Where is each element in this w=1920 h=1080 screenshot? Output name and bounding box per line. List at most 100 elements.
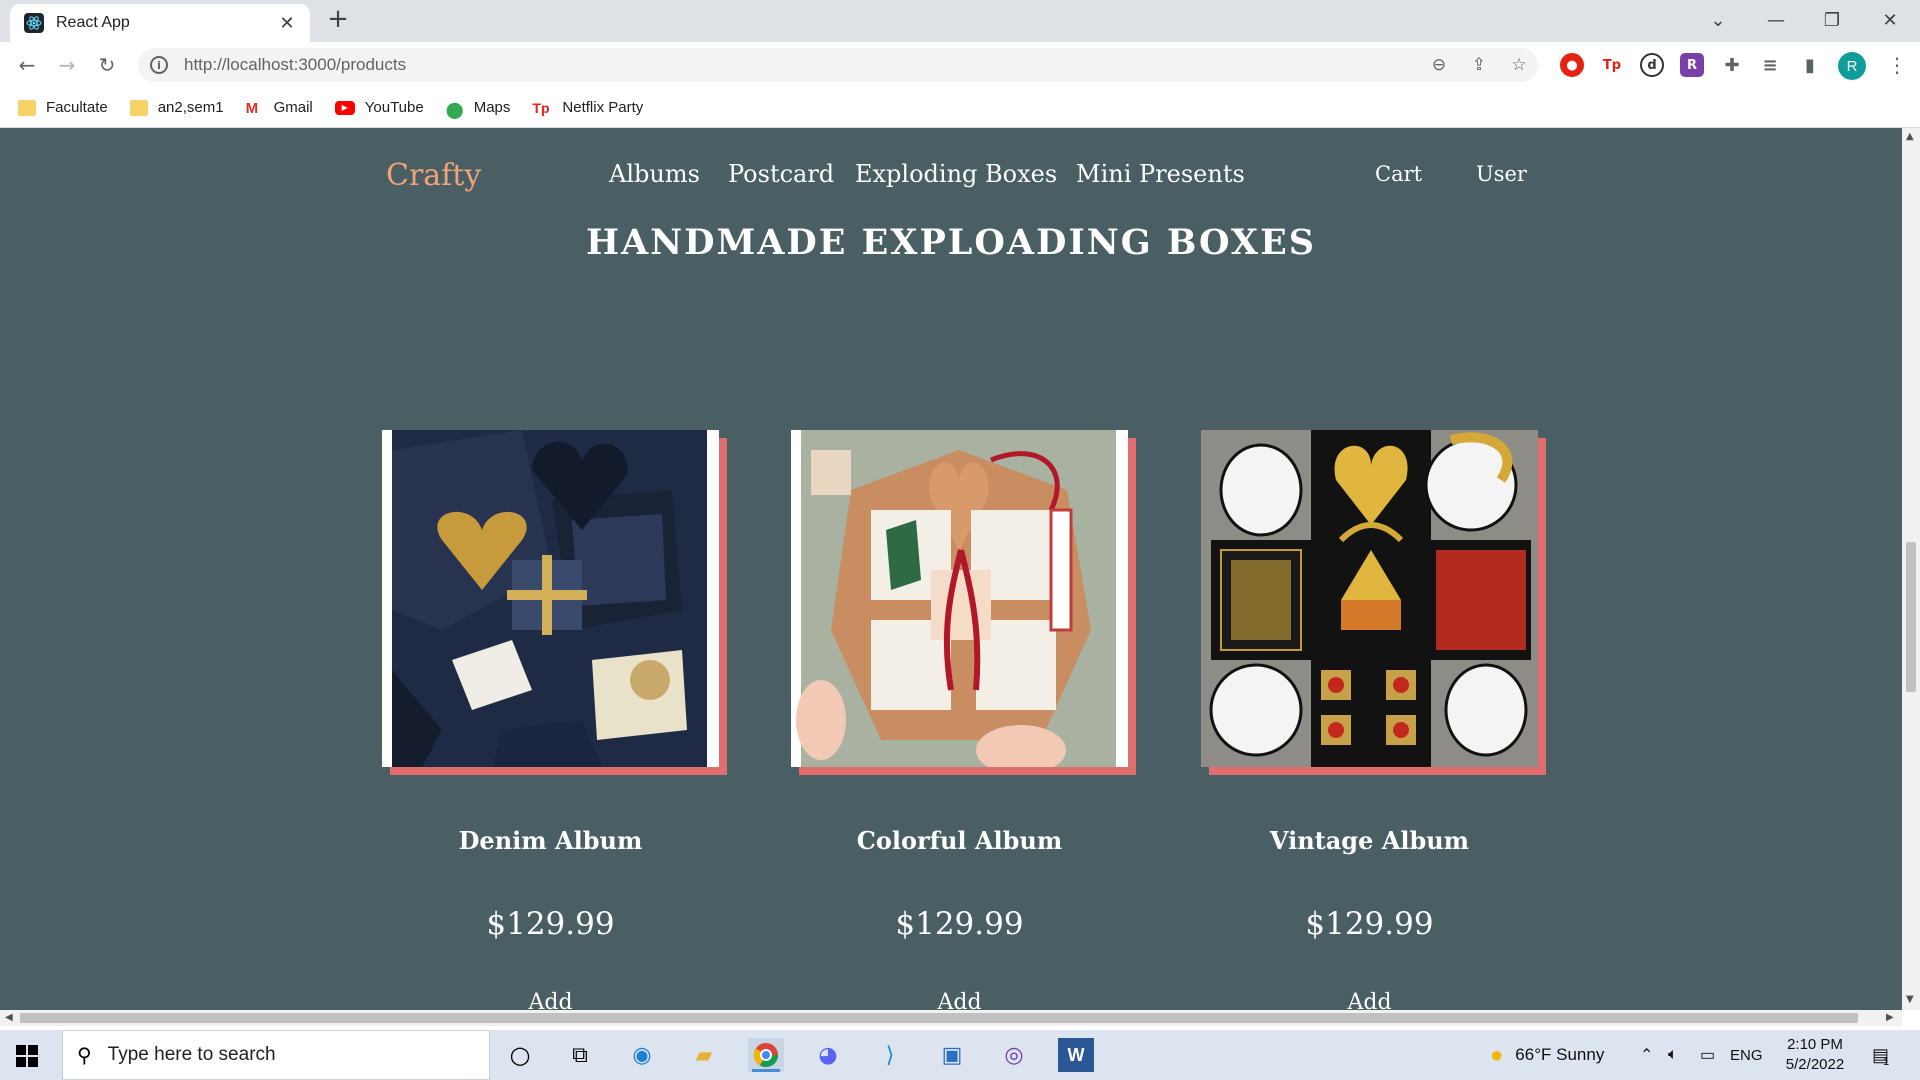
discord-icon[interactable]: ◕ (810, 1038, 846, 1072)
word-icon[interactable]: W (1058, 1038, 1094, 1072)
product-card-vintage[interactable]: Vintage Album $129.99 Add (1201, 430, 1546, 1010)
photos-icon[interactable]: ▣ (934, 1038, 970, 1072)
nav-albums[interactable]: Albums (609, 160, 700, 188)
start-tile (28, 1057, 38, 1067)
tab-react-app[interactable]: React App ✕ (10, 4, 310, 42)
scroll-left-icon[interactable]: ◀ (5, 1012, 13, 1023)
chrome-icon[interactable] (748, 1038, 784, 1072)
notification-count: 1 (1883, 1056, 1890, 1068)
sun-icon: ● (1490, 1042, 1504, 1067)
horizontal-scrollbar[interactable]: ◀ ▶ (0, 1010, 1902, 1026)
site-info-icon[interactable]: i (150, 56, 168, 74)
chrome-menu-icon[interactable]: ⋮ (1882, 50, 1912, 80)
bookmark-facultate[interactable]: Facultate (18, 99, 108, 116)
bookmark-label: an2,sem1 (157, 99, 224, 116)
grammar-extension-icon[interactable]: d (1640, 53, 1664, 77)
add-to-cart-button[interactable]: Add (382, 990, 719, 1010)
url-text[interactable]: http://localhost:3000/products (184, 55, 406, 75)
bookmark-netflix-party[interactable]: Tp Netflix Party (532, 99, 643, 116)
site-navbar: Crafty Albums Postcard Exploding Boxes M… (0, 128, 1902, 223)
start-tile (28, 1045, 38, 1055)
scroll-down-icon[interactable]: ▼ (1906, 994, 1914, 1005)
purple-extension-icon[interactable]: R (1680, 53, 1704, 77)
new-tab-button[interactable]: + (324, 6, 352, 34)
github-icon[interactable]: ◎ (996, 1038, 1032, 1072)
product-card-denim[interactable]: Denim Album $129.99 Add (382, 430, 727, 1010)
tab-close-icon[interactable]: ✕ (276, 13, 298, 34)
bookmark-an2-sem1[interactable]: an2,sem1 (129, 99, 224, 116)
vertical-scrollbar[interactable]: ▲ ▼ (1902, 128, 1920, 1010)
restore-icon[interactable]: ❐ (1804, 0, 1860, 40)
product-image-colorful[interactable] (791, 430, 1128, 767)
clock-time: 2:10 PM (1787, 1036, 1843, 1053)
language-indicator[interactable]: ENG (1730, 1030, 1763, 1080)
bookmark-youtube[interactable]: ▶ YouTube (334, 99, 424, 116)
page-title: HANDMADE EXPLOADING BOXES (585, 222, 1317, 263)
bookmark-star-icon[interactable]: ☆ (1508, 54, 1530, 76)
scroll-up-icon[interactable]: ▲ (1906, 131, 1914, 142)
profile-avatar[interactable]: R (1838, 52, 1866, 80)
nav-postcard[interactable]: Postcard (728, 160, 834, 188)
site-logo[interactable]: Crafty (386, 158, 481, 193)
clock[interactable]: 2:10 PM 5/2/2022 (1770, 1035, 1860, 1075)
react-icon (24, 13, 44, 33)
reload-icon[interactable]: ↻ (92, 50, 122, 80)
start-tile (16, 1057, 26, 1067)
search-icon: ⚲ (77, 1043, 92, 1067)
cortana-icon[interactable]: ○ (502, 1038, 538, 1072)
adblock-extension-icon[interactable]: ● (1560, 53, 1584, 77)
tab-search-icon[interactable]: ⌄ (1690, 0, 1746, 40)
notifications-icon[interactable]: ▤ 1 (1872, 1030, 1889, 1080)
address-bar[interactable]: i http://localhost:3000/products ⊖ ⇪ ☆ (138, 48, 1538, 82)
bookmark-gmail[interactable]: M Gmail (246, 99, 313, 117)
maps-icon: ⬤ (445, 101, 464, 119)
file-explorer-icon[interactable]: ▰ (686, 1038, 722, 1072)
youtube-icon: ▶ (334, 100, 355, 115)
forward-icon[interactable]: → (52, 50, 82, 80)
product-name[interactable]: Colorful Album (791, 826, 1128, 855)
product-name[interactable]: Denim Album (382, 826, 719, 855)
product-image-denim[interactable] (382, 430, 719, 767)
bookmark-label: Maps (473, 99, 511, 116)
product-image-frame[interactable] (1201, 430, 1546, 775)
back-icon[interactable]: ← (12, 50, 42, 80)
tray-overflow-icon[interactable]: ⌃ (1640, 1030, 1653, 1080)
netflix-party-icon: Tp (532, 99, 550, 116)
reading-list-icon[interactable]: ≡ (1758, 53, 1782, 77)
extensions-puzzle-icon[interactable]: ✚ (1720, 53, 1744, 77)
battery-icon[interactable]: ▭ (1700, 1030, 1715, 1080)
zoom-icon[interactable]: ⊖ (1428, 54, 1450, 76)
netflix-party-extension-icon[interactable]: Tp (1600, 53, 1624, 77)
minimize-icon[interactable]: — (1748, 0, 1804, 40)
vertical-scroll-thumb[interactable] (1906, 542, 1916, 692)
start-tile (16, 1045, 26, 1055)
side-panel-icon[interactable]: ▮ (1798, 53, 1822, 77)
nav-user[interactable]: User (1476, 162, 1527, 186)
bookmark-label: Netflix Party (562, 99, 644, 116)
volume-icon[interactable]: 🔈︎ (1668, 1030, 1678, 1080)
nav-mini-presents[interactable]: Mini Presents (1076, 160, 1245, 188)
scroll-right-icon[interactable]: ▶ (1886, 1012, 1894, 1023)
add-to-cart-button[interactable]: Add (1201, 990, 1538, 1010)
bookmark-label: Facultate (46, 99, 108, 116)
product-image-frame[interactable] (382, 430, 727, 775)
taskbar-search-box[interactable]: ⚲ Type here to search (62, 1030, 490, 1080)
edge-icon[interactable]: ◉ (624, 1038, 660, 1072)
bookmark-maps[interactable]: ⬤ Maps (445, 99, 511, 119)
share-icon[interactable]: ⇪ (1468, 54, 1490, 76)
windows-start-icon[interactable] (16, 1045, 38, 1067)
horizontal-scroll-thumb[interactable] (20, 1013, 1858, 1023)
product-name[interactable]: Vintage Album (1201, 826, 1538, 855)
product-image-frame[interactable] (791, 430, 1136, 775)
product-card-colorful[interactable]: Colorful Album $129.99 Add (791, 430, 1136, 1010)
vscode-icon[interactable]: ⟩ (872, 1038, 908, 1072)
browser-toolbar: ← → ↻ i http://localhost:3000/products ⊖… (0, 42, 1920, 88)
product-image-vintage[interactable] (1201, 430, 1538, 767)
nav-exploding-boxes[interactable]: Exploding Boxes (855, 160, 1057, 188)
nav-cart[interactable]: Cart (1375, 162, 1422, 186)
task-view-icon[interactable]: ⧉ (562, 1038, 598, 1072)
product-price: $129.99 (486, 906, 615, 942)
add-to-cart-button[interactable]: Add (791, 990, 1128, 1010)
close-window-icon[interactable]: ✕ (1862, 0, 1918, 40)
weather-widget[interactable]: ● 66°F Sunny (1490, 1030, 1604, 1080)
